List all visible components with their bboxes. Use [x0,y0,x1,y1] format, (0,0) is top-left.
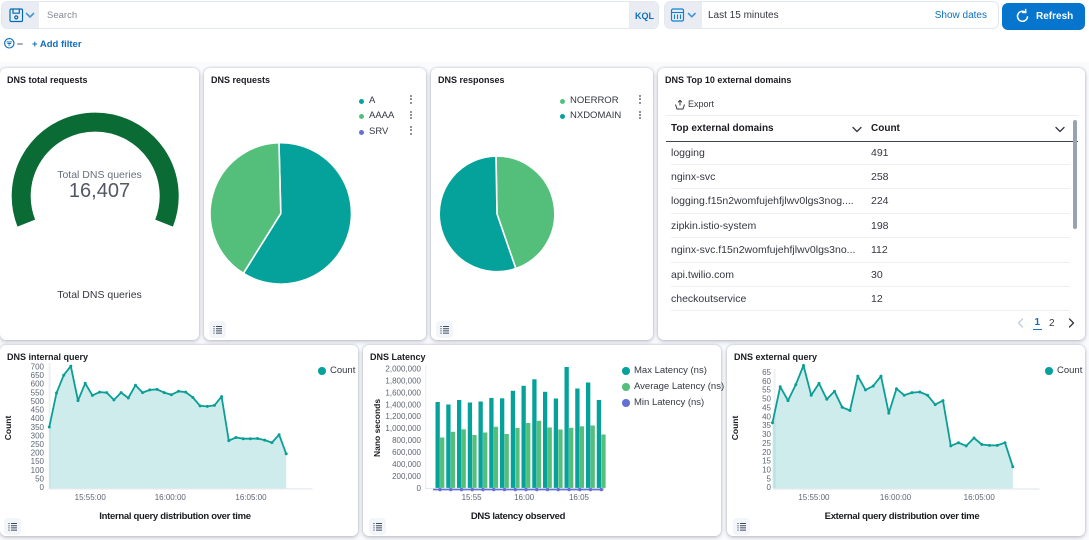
svg-text:60: 60 [762,377,771,386]
svg-text:1,400,000: 1,400,000 [385,400,421,409]
svg-text:Count: Count [3,416,13,441]
svg-text:16:05: 16:05 [569,493,590,502]
svg-text:35: 35 [762,421,771,430]
svg-text:200,000: 200,000 [392,472,421,481]
svg-text:2,000,000: 2,000,000 [385,364,421,373]
svg-text:1,000,000: 1,000,000 [385,424,421,433]
svg-text:400: 400 [31,414,45,423]
svg-text:0: 0 [767,483,772,492]
svg-text:1,200,000: 1,200,000 [385,412,421,421]
svg-text:50: 50 [762,395,771,404]
svg-text:16:00: 16:00 [514,493,535,502]
svg-text:Nano seconds: Nano seconds [372,399,382,457]
svg-text:16:00:00: 16:00:00 [880,493,912,502]
svg-text:15: 15 [762,457,771,466]
svg-text:25: 25 [762,439,771,448]
svg-text:15:55: 15:55 [462,493,483,502]
svg-text:45: 45 [762,403,771,412]
svg-text:1,600,000: 1,600,000 [385,388,421,397]
svg-text:600: 600 [31,380,45,389]
svg-text:40: 40 [762,412,771,421]
svg-text:15:55:00: 15:55:00 [798,493,830,502]
svg-text:0: 0 [417,484,422,493]
svg-text:65: 65 [762,368,771,377]
svg-text:600,000: 600,000 [392,448,421,457]
svg-text:150: 150 [31,457,45,466]
svg-text:10: 10 [762,466,771,475]
svg-text:1,800,000: 1,800,000 [385,376,421,385]
svg-text:16:05:00: 16:05:00 [964,493,996,502]
svg-text:20: 20 [762,448,771,457]
svg-text:Count: Count [730,416,740,441]
svg-text:800,000: 800,000 [392,436,421,445]
svg-text:5: 5 [767,474,772,483]
svg-text:16:00:00: 16:00:00 [155,493,187,502]
svg-text:0: 0 [40,483,45,492]
svg-text:400,000: 400,000 [392,460,421,469]
svg-text:55: 55 [762,386,771,395]
svg-text:15:55:00: 15:55:00 [75,493,107,502]
svg-text:30: 30 [762,430,771,439]
svg-text:16:05:00: 16:05:00 [235,493,267,502]
